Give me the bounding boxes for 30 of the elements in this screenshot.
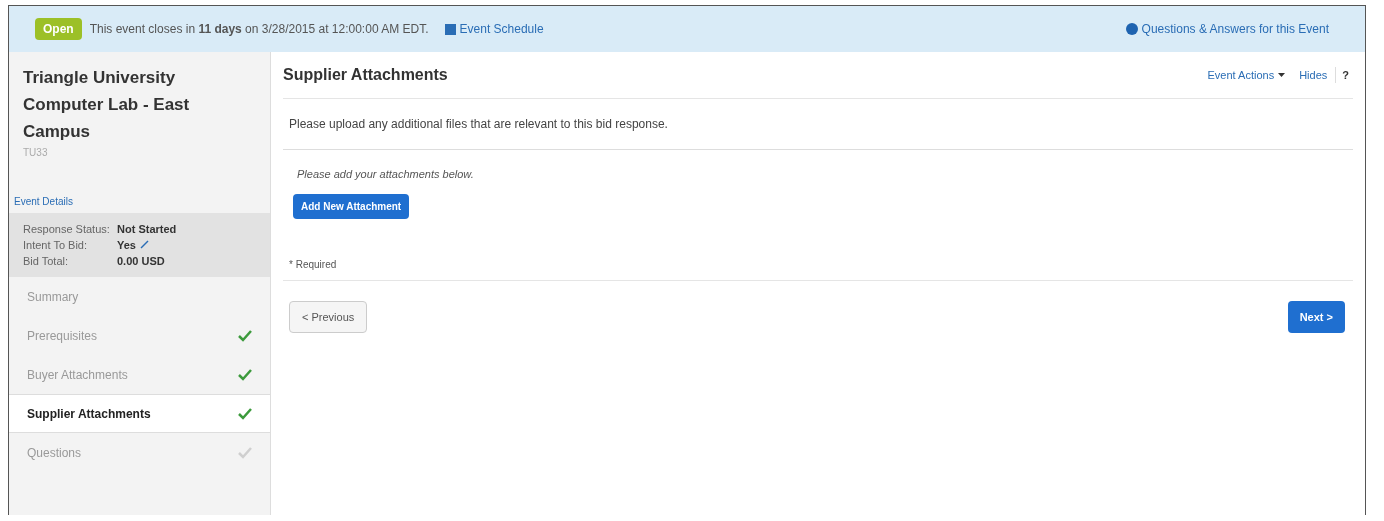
add-attachment-button[interactable]: Add New Attachment (293, 193, 410, 219)
summary-value: 0.00 USD (117, 254, 165, 269)
event-schedule-link[interactable]: Event Schedule (444, 20, 544, 38)
summary-label: Response Status: (23, 222, 111, 237)
nav-item[interactable]: Supplier Attachments (9, 394, 270, 433)
help-button[interactable]: ? (1342, 66, 1349, 84)
summary-value: Yes (117, 238, 136, 253)
event-code: TU33 (23, 146, 49, 160)
event-title: Triangle University Computer Lab - East Campus (23, 67, 191, 143)
nav-item[interactable]: Questions (9, 433, 270, 472)
instruction-text: Please add your attachments below. (296, 167, 475, 182)
intro-text: Please upload any additional files that are relevant to this bid response. (283, 99, 1353, 150)
previous-button[interactable]: < Previous (289, 300, 368, 333)
summary-label: Intent To Bid: (23, 238, 88, 253)
event-actions-menu[interactable]: Event Actions (1207, 66, 1286, 84)
nav-item[interactable]: Buyer Attachments (9, 355, 270, 394)
hides-link[interactable]: Hides (1299, 66, 1337, 84)
summary-label: Bid Total: (23, 254, 70, 269)
caret-icon (1278, 73, 1286, 77)
summary-value: Not Started (117, 222, 177, 237)
closing-message: This event closes in 11 days on 3/28/2015 at 12:00:00 AM EDT. (89, 21, 429, 38)
nav-item[interactable]: Prerequisites (9, 316, 270, 355)
event-details-link[interactable]: Event Details (9, 194, 270, 209)
pencil-icon[interactable] (139, 240, 149, 249)
questions-answers-link[interactable]: Questions & Answers for this Event (1125, 20, 1329, 38)
next-button[interactable]: Next > (1287, 300, 1345, 333)
status-badge: Open (35, 18, 82, 40)
nav-item[interactable]: Summary (9, 277, 270, 316)
required-note: * Required (283, 256, 1353, 281)
page-title: Supplier Attachments (283, 65, 448, 85)
